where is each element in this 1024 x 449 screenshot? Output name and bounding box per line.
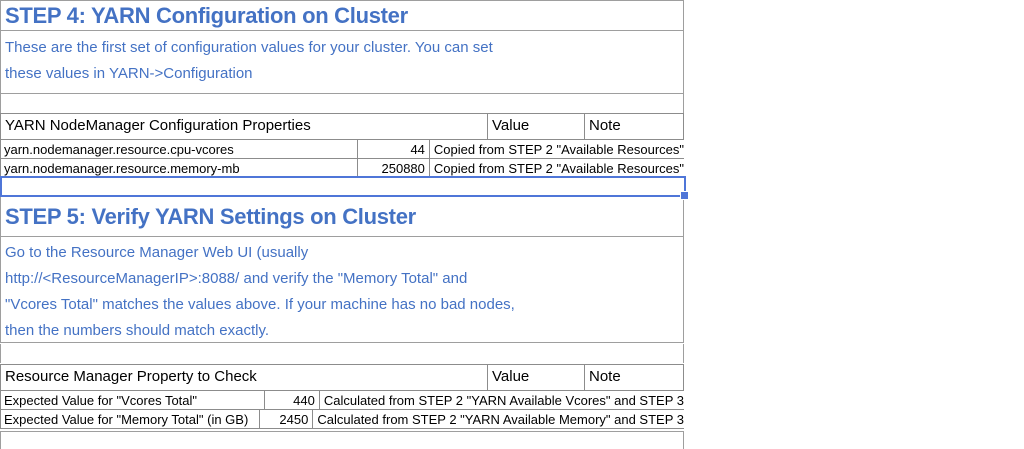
table1-header-property[interactable]: YARN NodeManager Configuration Propertie… xyxy=(1,114,488,139)
table2-header-property[interactable]: Resource Manager Property to Check xyxy=(1,365,488,390)
empty-row-1[interactable] xyxy=(0,94,684,113)
empty-row-2[interactable] xyxy=(0,344,684,363)
selected-cell[interactable] xyxy=(0,176,686,197)
property-cell[interactable]: yarn.nodemanager.resource.cpu-vcores xyxy=(1,139,358,158)
note-cell[interactable]: Calculated from STEP 2 "YARN Available V… xyxy=(320,390,684,409)
step5-title-cell[interactable]: STEP 5: Verify YARN Settings on Cluster xyxy=(0,196,684,237)
value-cell[interactable]: 250880 xyxy=(358,158,430,177)
spreadsheet-canvas: STEP 4: YARN Configuration on Cluster Th… xyxy=(0,0,1024,449)
value-cell[interactable]: 440 xyxy=(265,390,320,409)
empty-row-3[interactable] xyxy=(0,431,684,449)
property-cell[interactable]: yarn.nodemanager.resource.memory-mb xyxy=(1,158,358,177)
property-cell[interactable]: Expected Value for "Memory Total" (in GB… xyxy=(1,409,260,428)
value-cell[interactable]: 2450 xyxy=(260,409,314,428)
table2-row: Expected Value for "Memory Total" (in GB… xyxy=(0,409,684,429)
table1-row: yarn.nodemanager.resource.memory-mb 2508… xyxy=(0,158,684,178)
table2-row: Expected Value for "Vcores Total" 440 Ca… xyxy=(0,390,684,410)
fill-handle[interactable] xyxy=(680,191,689,200)
table2-header-note[interactable]: Note xyxy=(585,365,683,390)
property-cell[interactable]: Expected Value for "Vcores Total" xyxy=(1,390,265,409)
value-cell[interactable]: 44 xyxy=(358,139,430,158)
table1-header-row: YARN NodeManager Configuration Propertie… xyxy=(0,113,684,140)
step4-description-cell[interactable]: These are the first set of configuration… xyxy=(0,30,684,94)
step5-description-cell[interactable]: Go to the Resource Manager Web UI (usual… xyxy=(0,236,684,343)
note-cell[interactable]: Calculated from STEP 2 "YARN Available M… xyxy=(313,409,684,428)
table1-row: yarn.nodemanager.resource.cpu-vcores 44 … xyxy=(0,139,684,159)
table1-header-value[interactable]: Value xyxy=(488,114,585,139)
note-cell[interactable]: Copied from STEP 2 "Available Resources" xyxy=(430,158,684,177)
table2-header-value[interactable]: Value xyxy=(488,365,585,390)
step4-title-cell[interactable]: STEP 4: YARN Configuration on Cluster xyxy=(0,0,684,31)
note-cell[interactable]: Copied from STEP 2 "Available Resources" xyxy=(430,139,684,158)
table2-header-row: Resource Manager Property to Check Value… xyxy=(0,364,684,391)
table1-header-note[interactable]: Note xyxy=(585,114,683,139)
